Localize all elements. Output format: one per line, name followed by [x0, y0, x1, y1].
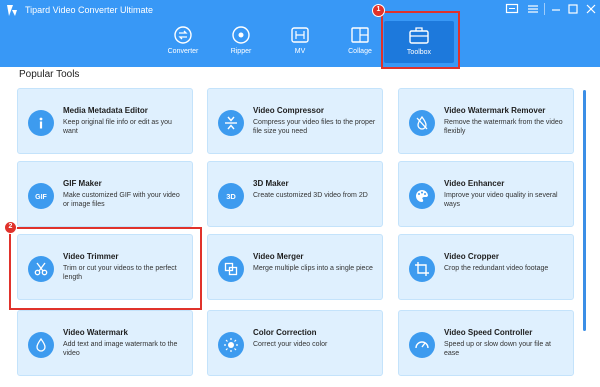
tool-video-cropper[interactable]: Video Cropper Crop the redundant video f… — [398, 234, 574, 300]
separator — [544, 3, 545, 15]
tool-video-merger[interactable]: Video Merger Merge multiple clips into a… — [207, 234, 383, 300]
tool-3d-maker[interactable]: 3D 3D Maker Create customized 3D video f… — [207, 161, 383, 227]
info-icon — [28, 110, 54, 136]
mv-icon — [291, 27, 309, 43]
minimize-icon[interactable] — [549, 3, 563, 15]
tool-title: GIF Maker — [63, 179, 102, 188]
logo-icon — [7, 5, 17, 16]
tool-description: Correct your video color — [253, 341, 328, 348]
tool-title: Video Compressor — [253, 106, 324, 115]
3d-icon: 3D — [218, 183, 244, 209]
tool-description: Make customized GIF with your video or i… — [63, 192, 180, 208]
tool-video-watermark-remover[interactable]: Video Watermark Remover Remove the water… — [398, 88, 574, 154]
tool-title: Video Speed Controller — [444, 328, 533, 337]
title-bar: Tipard Video Converter Ultimate Converte… — [0, 0, 600, 67]
step-badge-1: 1 — [372, 4, 385, 17]
tool-description: Remove the watermark from the video flex… — [444, 119, 563, 135]
palette-icon — [409, 183, 435, 209]
tool-video-enhancer[interactable]: Video Enhancer Improve your video qualit… — [398, 161, 574, 227]
tool-gif-maker[interactable]: GIF GIF Maker Make customized GIF with y… — [17, 161, 193, 227]
crop-icon — [409, 256, 435, 282]
tool-title: Color Correction — [253, 328, 317, 337]
merge-icon — [218, 256, 244, 282]
menu-icon[interactable] — [526, 3, 540, 15]
tool-video-watermark[interactable]: Video Watermark Add text and image water… — [17, 310, 193, 376]
tool-title: Media Metadata Editor — [63, 106, 148, 115]
sun-icon — [218, 332, 244, 358]
speedometer-icon — [409, 332, 435, 358]
tool-description: Add text and image watermark to the vide… — [63, 341, 178, 357]
tool-description: Compress your video files to the proper … — [253, 119, 376, 135]
tool-color-correction[interactable]: Color Correction Correct your video colo… — [207, 310, 383, 376]
close-icon[interactable] — [584, 3, 598, 15]
tool-video-compressor[interactable]: Video Compressor Compress your video fil… — [207, 88, 383, 154]
maximize-icon[interactable] — [566, 3, 580, 15]
converter-icon — [174, 26, 192, 44]
ripper-icon — [232, 26, 250, 44]
tool-description: Merge multiple clips into a single piece — [253, 265, 373, 272]
water-drop-off-icon — [409, 110, 435, 136]
highlight-video-trimmer — [9, 227, 202, 310]
water-drop-icon — [28, 332, 54, 358]
gif-icon: GIF — [28, 183, 54, 209]
app-title: Tipard Video Converter Ultimate — [25, 5, 154, 15]
tool-title: Video Cropper — [444, 252, 499, 261]
section-title: Popular Tools — [19, 69, 80, 80]
tool-title: Video Watermark — [63, 328, 128, 337]
chat-icon[interactable] — [505, 3, 519, 15]
step-badge-2: 2 — [4, 221, 17, 234]
tool-description: Improve your video quality in several wa… — [444, 192, 558, 208]
tool-description: Create customized 3D video from 2D — [253, 192, 368, 199]
tool-title: Video Enhancer — [444, 179, 505, 188]
tool-description: Speed up or slow down your file at ease — [444, 341, 552, 357]
tool-description: Keep original file info or edit as you w… — [63, 119, 172, 135]
collage-icon — [351, 27, 369, 43]
scrollbar[interactable] — [583, 90, 586, 331]
tool-title: Video Merger — [253, 252, 304, 261]
tool-video-speed-controller[interactable]: Video Speed Controller Speed up or slow … — [398, 310, 574, 376]
tool-description: Crop the redundant video footage — [444, 265, 549, 272]
svg-text:GIF: GIF — [35, 194, 47, 201]
compress-icon — [218, 110, 244, 136]
highlight-toolbox — [381, 11, 460, 69]
tool-title: Video Watermark Remover — [444, 106, 546, 115]
tool-media-metadata-editor[interactable]: Media Metadata Editor Keep original file… — [17, 88, 193, 154]
svg-text:3D: 3D — [226, 192, 236, 201]
tool-title: 3D Maker — [253, 179, 289, 188]
